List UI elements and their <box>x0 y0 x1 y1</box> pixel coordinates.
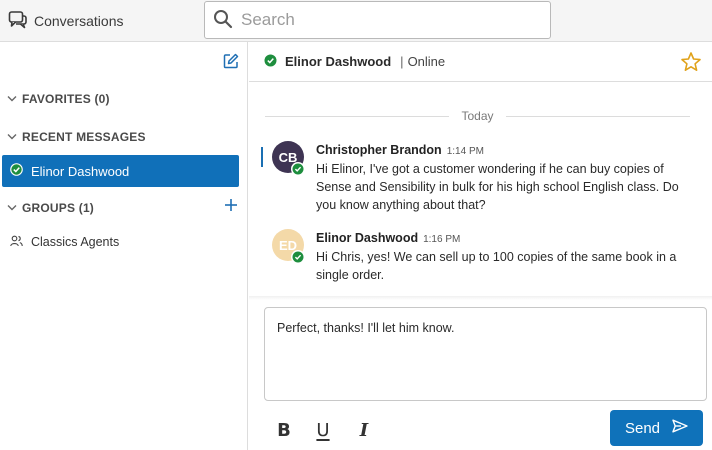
favorites-label: FAVORITES (0) <box>22 92 110 106</box>
message-list-edge <box>249 296 712 300</box>
online-check-icon <box>291 250 305 264</box>
sidebar-item-elinor-dashwood[interactable]: Elinor Dashwood <box>2 155 239 187</box>
star-icon <box>680 52 702 76</box>
message-author: Christopher Brandon <box>316 143 442 157</box>
status-separator: | <box>400 54 404 69</box>
chat-header: Elinor Dashwood | Online <box>249 42 712 82</box>
send-arrow-icon <box>672 419 688 437</box>
message-text: Hi Chris, yes! We can sell up to 100 cop… <box>316 250 677 282</box>
chevron-down-icon <box>7 133 17 141</box>
status-text: Online <box>407 54 446 69</box>
search-input[interactable] <box>241 10 541 30</box>
unread-indicator <box>261 147 263 167</box>
sidebar-item-label: Elinor Dashwood <box>31 163 130 179</box>
day-divider: Today <box>265 106 690 126</box>
groups-label: GROUPS (1) <box>22 201 95 215</box>
online-check-icon <box>10 163 23 179</box>
day-label: Today <box>461 109 494 123</box>
chat-contact-name: Elinor Dashwood <box>285 54 392 69</box>
divider-line <box>505 115 690 117</box>
underline-icon: U <box>316 419 330 441</box>
message-time: 1:14 PM <box>446 146 484 157</box>
message-text: Hi Elinor, I've got a customer wondering… <box>316 162 679 212</box>
add-group-button[interactable] <box>222 197 240 215</box>
favorites-section-header[interactable]: FAVORITES (0) <box>0 87 248 111</box>
send-label: Send <box>624 419 661 437</box>
bold-icon: B <box>277 419 291 441</box>
underline-button[interactable]: U <box>311 418 335 442</box>
message-composer[interactable] <box>264 307 707 401</box>
message-meta: Christopher Brandon 1:14 PM <box>316 143 691 157</box>
search-box[interactable] <box>204 1 551 39</box>
italic-icon: I <box>359 419 369 441</box>
message-time: 1:16 PM <box>423 234 461 245</box>
compose-icon <box>223 53 239 72</box>
chat-bubbles-icon <box>8 10 28 33</box>
chevron-down-icon <box>7 95 17 103</box>
chevron-down-icon <box>7 204 17 212</box>
bold-button[interactable]: B <box>272 418 296 442</box>
message-input[interactable] <box>277 321 694 387</box>
group-name: Classics Agents <box>31 235 120 249</box>
new-message-button[interactable] <box>222 53 240 71</box>
top-bar: Conversations <box>0 0 712 42</box>
chat-contact-status: | Online <box>400 54 445 69</box>
online-check-icon <box>264 54 277 70</box>
search-icon <box>213 9 233 32</box>
divider-line <box>265 115 450 117</box>
app-brand: Conversations <box>8 10 124 32</box>
send-button[interactable]: Send <box>610 410 703 446</box>
sidebar-item-classics-agents[interactable]: Classics Agents <box>0 230 248 254</box>
message-body: Christopher Brandon 1:14 PM Hi Elinor, I… <box>316 143 691 214</box>
italic-button[interactable]: I <box>352 418 376 442</box>
groups-section-header[interactable]: GROUPS (1) <box>0 196 248 220</box>
message-author: Elinor Dashwood <box>316 231 419 245</box>
group-users-icon <box>10 235 23 250</box>
recent-messages-section-header[interactable]: RECENT MESSAGES <box>0 125 248 149</box>
sidebar: FAVORITES (0) RECENT MESSAGES Elinor Das… <box>0 42 248 450</box>
message-body: Elinor Dashwood 1:16 PM Hi Chris, yes! W… <box>316 231 691 284</box>
plus-icon <box>224 198 238 215</box>
recent-messages-label: RECENT MESSAGES <box>22 130 146 144</box>
favorite-star-button[interactable] <box>680 51 702 73</box>
message-meta: Elinor Dashwood 1:16 PM <box>316 231 691 245</box>
online-check-icon <box>291 162 305 176</box>
app-title: Conversations <box>34 13 124 29</box>
